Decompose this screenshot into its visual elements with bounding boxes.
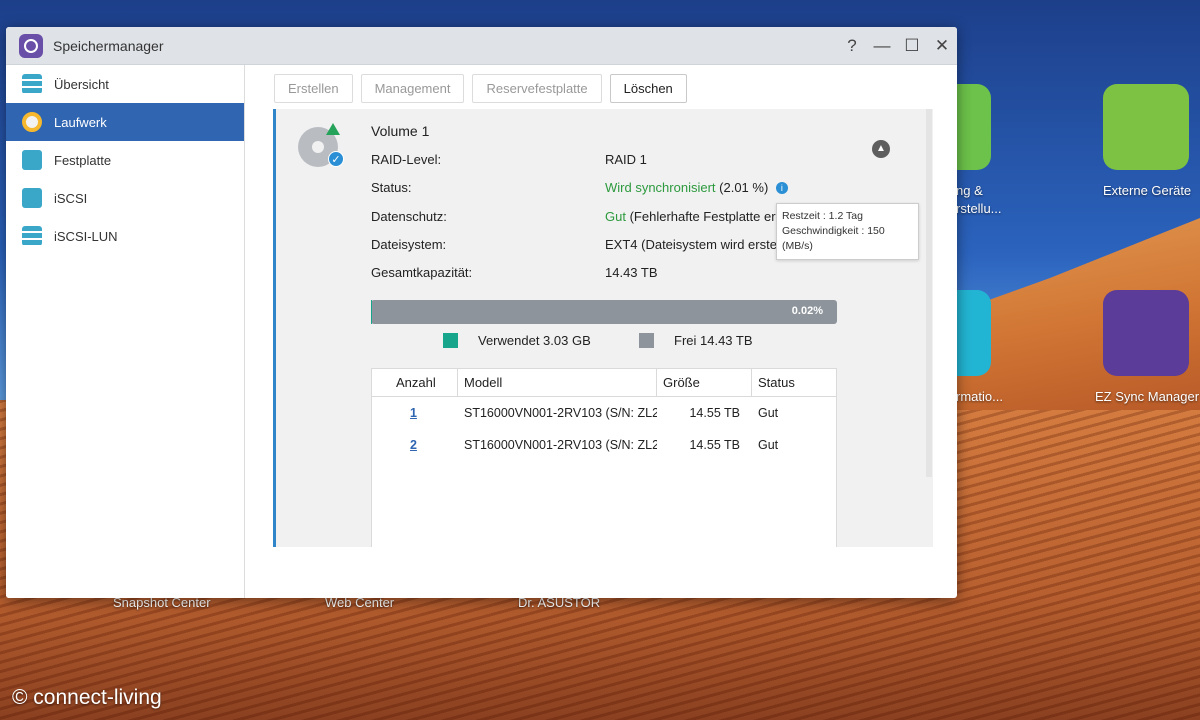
status-percent: (2.01 %) [719,180,769,195]
info-icon[interactable]: i [775,182,788,194]
tooltip-remaining-time: Restzeit : 1.2 Tag [782,210,863,222]
desktop-label-partial-1: ng & [956,183,983,198]
ez-sync-manager-label: EZ Sync Manager [1095,389,1200,404]
table-header: Anzahl Modell Größe Status [372,369,836,397]
free-label: Frei 14.43 TB [674,333,753,348]
used-swatch [443,333,458,348]
sidebar-item-iscsi-lun[interactable]: iSCSI-LUN [6,217,244,255]
tooltip-speed: Geschwindigkeit : 150 (MB/s) [782,225,885,252]
help-icon[interactable]: ? [837,36,867,56]
disk-status: Gut [758,406,779,420]
delete-button[interactable]: Löschen [609,74,687,103]
raid-value: RAID 1 [605,152,647,167]
collapse-chevron-icon[interactable]: ▲ [872,140,890,158]
disk-model: ST16000VN001-2RV103 (S/N: ZL2... [464,438,657,452]
protection-label: Datenschutz: [371,209,447,224]
volume-title: Volume 1 [371,123,430,139]
capacity-label: Gesamtkapazität: [371,265,473,280]
disk-model: ST16000VN001-2RV103 (S/N: ZL2... [464,406,657,420]
protection-detail: (Fehlerhafte Festplatte erlau [629,209,793,224]
sidebar-item-label: iSCSI-LUN [54,228,118,244]
column-header-model[interactable]: Modell [458,369,657,396]
column-header-status[interactable]: Status [752,369,836,396]
used-label: Verwendet 3.03 GB [478,333,591,348]
external-devices-icon[interactable] [1103,84,1189,170]
protection-status: Gut [605,209,626,224]
storage-manager-window: Speichermanager ? — ☐ ✕ Übersicht Laufwe… [6,27,957,598]
filesystem-label: Dateisystem: [371,237,447,252]
disk-status: Gut [758,438,779,452]
sync-indicator-icon [326,123,340,135]
window-title: Speichermanager [53,37,164,54]
create-button[interactable]: Erstellen [274,74,353,103]
iscsi-lun-icon [22,226,42,246]
desktop-label-partial-2: rstellu... [956,201,1002,216]
disk-number-link[interactable]: 1 [372,406,458,420]
main-content: Erstellen Management Reservefestplatte L… [246,65,957,598]
sidebar-item-label: Übersicht [54,76,109,92]
management-button[interactable]: Management [360,74,465,103]
panel-scrollbar[interactable] [926,109,932,477]
disk-icon [22,150,42,170]
ez-sync-manager-icon[interactable] [1103,290,1189,376]
sync-tooltip: Restzeit : 1.2 Tag Geschwindigkeit : 150… [776,203,919,260]
check-icon: ✓ [328,151,344,167]
sidebar-item-label: Laufwerk [54,114,107,130]
legend-used: Verwendet 3.03 GB [443,333,591,348]
minimize-icon[interactable]: — [867,36,897,56]
storage-manager-app-icon [19,33,43,58]
sidebar-item-volume[interactable]: Laufwerk [6,103,244,141]
sidebar-item-disk[interactable]: Festplatte [6,141,244,179]
desktop-label-partial-3: rmatio... [956,389,1003,404]
raid-label: RAID-Level: [371,152,442,167]
free-swatch [639,333,654,348]
external-devices-label: Externe Geräte [1103,183,1192,198]
watermark: © connect-living [12,686,162,709]
disk-size: 14.55 TB [689,438,740,452]
disk-size: 14.55 TB [689,406,740,420]
iscsi-icon [22,188,42,208]
disk-number-link[interactable]: 2 [372,438,458,452]
toolbar: Erstellen Management Reservefestplatte L… [274,74,687,103]
table-row[interactable]: 1 ST16000VN001-2RV103 (S/N: ZL2... 14.55… [372,397,836,429]
column-header-size[interactable]: Größe [657,369,752,396]
overview-icon [22,74,42,94]
spare-disk-button[interactable]: Reservefestplatte [472,74,602,103]
table-row[interactable]: 2 ST16000VN001-2RV103 (S/N: ZL2... 14.55… [372,429,836,461]
close-icon[interactable]: ✕ [927,36,957,56]
volume-panel[interactable]: ✓ Volume 1 ▲ RAID-Level: RAID 1 Status: … [273,109,933,547]
volume-icon [22,112,42,132]
maximize-icon[interactable]: ☐ [897,36,927,56]
sidebar-item-overview[interactable]: Übersicht [6,65,244,103]
sidebar-item-label: iSCSI [54,190,88,206]
status-text: Wird synchronisiert [605,180,716,195]
status-value: Wird synchronisiert (2.01 %) i [605,180,788,195]
sidebar-item-label: Festplatte [54,152,112,168]
disk-table: Anzahl Modell Größe Status 1 ST16000VN00… [371,368,837,547]
column-header-count[interactable]: Anzahl [372,369,458,396]
sidebar-item-iscsi[interactable]: iSCSI [6,179,244,217]
sidebar: Übersicht Laufwerk Festplatte iSCSI iSCS… [6,65,245,598]
title-bar[interactable]: Speichermanager ? — ☐ ✕ [6,27,957,65]
usage-bar: 0.02% [371,300,837,324]
status-label: Status: [371,180,412,195]
legend-free: Frei 14.43 TB [639,333,753,348]
protection-value: Gut (Fehlerhafte Festplatte erlau [605,209,793,224]
capacity-value: 14.43 TB [605,265,658,280]
usage-percent: 0.02% [791,305,823,317]
